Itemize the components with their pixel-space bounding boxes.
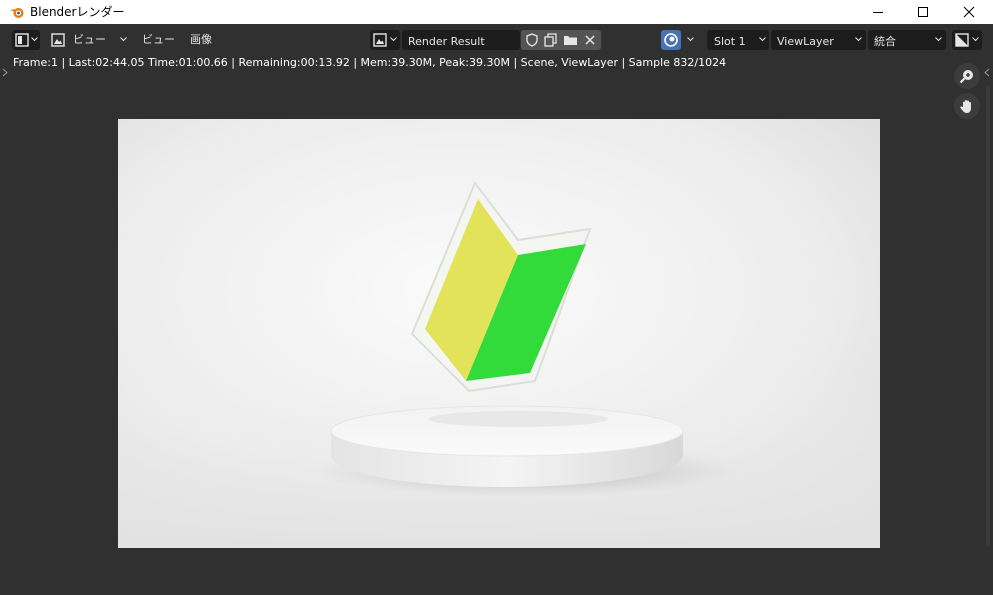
zoom-icon — [959, 70, 973, 84]
render-result-image — [118, 119, 880, 548]
close-window-icon — [963, 6, 975, 18]
vertical-scrollbar[interactable] — [986, 86, 990, 546]
pan-button[interactable] — [954, 93, 980, 119]
maximize-icon — [918, 7, 928, 17]
minimize-button[interactable] — [855, 0, 901, 24]
slot-dropdown[interactable]: Slot 1 — [707, 30, 769, 50]
folder-icon[interactable] — [563, 33, 578, 47]
duplicate-icon[interactable] — [544, 33, 558, 47]
chevron-down-icon — [759, 37, 766, 42]
view-layer-dropdown[interactable]: ViewLayer — [771, 30, 866, 50]
zoom-button[interactable] — [954, 63, 980, 89]
menu-view[interactable]: ビュー — [142, 30, 175, 50]
view-mode-dropdown[interactable]: ビュー — [46, 30, 132, 50]
image-icon — [51, 33, 65, 47]
editor-type-icon — [15, 33, 29, 47]
close-window-button[interactable] — [946, 0, 992, 24]
chevron-down-icon — [972, 37, 979, 42]
minimize-icon — [873, 12, 883, 13]
render-info-text: Frame:1 | Last:02:44.05 Time:01:00.66 | … — [13, 56, 727, 69]
render-display-dropdown[interactable] — [683, 30, 699, 50]
blender-logo-icon — [10, 8, 24, 18]
window-title-bar: Blenderレンダー — [0, 0, 993, 24]
shield-icon[interactable] — [525, 33, 539, 47]
image-icon — [373, 33, 387, 47]
maximize-button[interactable] — [900, 0, 946, 24]
view-mode-label: ビュー — [73, 33, 106, 46]
editor-type-dropdown[interactable] — [12, 30, 40, 50]
image-actions-group — [521, 30, 601, 50]
display-channels-icon — [955, 33, 969, 47]
window-title: Blenderレンダー — [30, 5, 125, 19]
chevron-down-icon — [687, 37, 694, 42]
expand-toolbar-arrow-icon[interactable] — [2, 68, 8, 77]
image-name-field[interactable]: Render Result — [402, 30, 520, 50]
slot-label: Slot 1 — [714, 35, 746, 48]
hand-icon — [960, 100, 971, 113]
display-channels-dropdown[interactable] — [952, 30, 982, 50]
chevron-down-icon — [855, 37, 862, 42]
chevron-down-icon — [31, 37, 38, 42]
render-pass-dropdown[interactable]: 統合 — [868, 30, 946, 50]
chevron-down-icon — [935, 37, 942, 42]
close-icon[interactable] — [584, 34, 596, 46]
chevron-down-icon — [390, 37, 397, 42]
browse-image-dropdown[interactable] — [370, 30, 400, 50]
menu-image[interactable]: 画像 — [190, 30, 212, 50]
expand-sidebar-arrow-icon[interactable] — [984, 68, 990, 77]
image-name-text: Render Result — [408, 35, 485, 48]
chevron-down-icon — [120, 37, 127, 42]
render-display-toggle[interactable] — [661, 30, 681, 50]
render-display-icon — [664, 33, 678, 47]
image-editor-header: ビュー ビュー 画像 Render Result Slot 1 ViewLaye… — [0, 27, 993, 53]
view-layer-label: ViewLayer — [777, 35, 834, 48]
render-pass-label: 統合 — [874, 35, 896, 48]
